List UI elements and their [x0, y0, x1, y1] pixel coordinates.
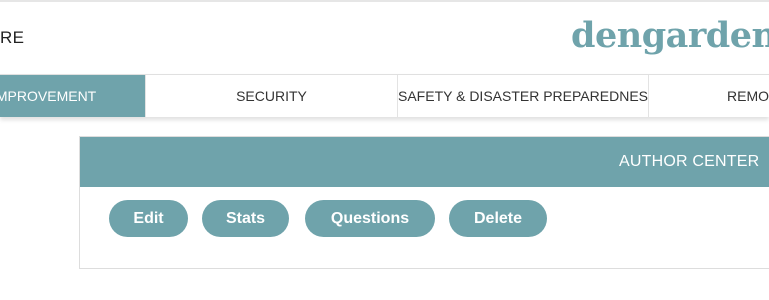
category-nav: IMPROVEMENT SECURITY SAFETY & DISASTER P… [0, 74, 769, 117]
site-header: RE dengarden [0, 2, 769, 74]
nav-item-safety-disaster-preparedness[interactable]: SAFETY & DISASTER PREPAREDNESS [398, 75, 649, 117]
nav-item-remodeling[interactable]: REMODELING [649, 75, 769, 117]
stats-button[interactable]: Stats [202, 200, 289, 237]
edit-button[interactable]: Edit [109, 200, 188, 237]
site-logo[interactable]: dengarden [571, 16, 769, 56]
nav-item-label: SECURITY [236, 88, 307, 104]
author-center-title: AUTHOR CENTER [619, 153, 760, 170]
nav-item-improvement[interactable]: IMPROVEMENT [0, 75, 146, 117]
header-category-label[interactable]: RE [0, 28, 24, 48]
nav-item-label: REMODELING [727, 88, 769, 104]
author-center-panel: AUTHOR CENTER Edit Stats Questions Delet… [79, 136, 769, 269]
questions-button[interactable]: Questions [305, 200, 435, 237]
author-center-header: AUTHOR CENTER [80, 137, 769, 187]
delete-button[interactable]: Delete [449, 200, 547, 237]
nav-item-label: SAFETY & DISASTER PREPAREDNESS [398, 88, 649, 104]
nav-item-label: IMPROVEMENT [0, 88, 97, 104]
nav-item-security[interactable]: SECURITY [146, 75, 398, 117]
